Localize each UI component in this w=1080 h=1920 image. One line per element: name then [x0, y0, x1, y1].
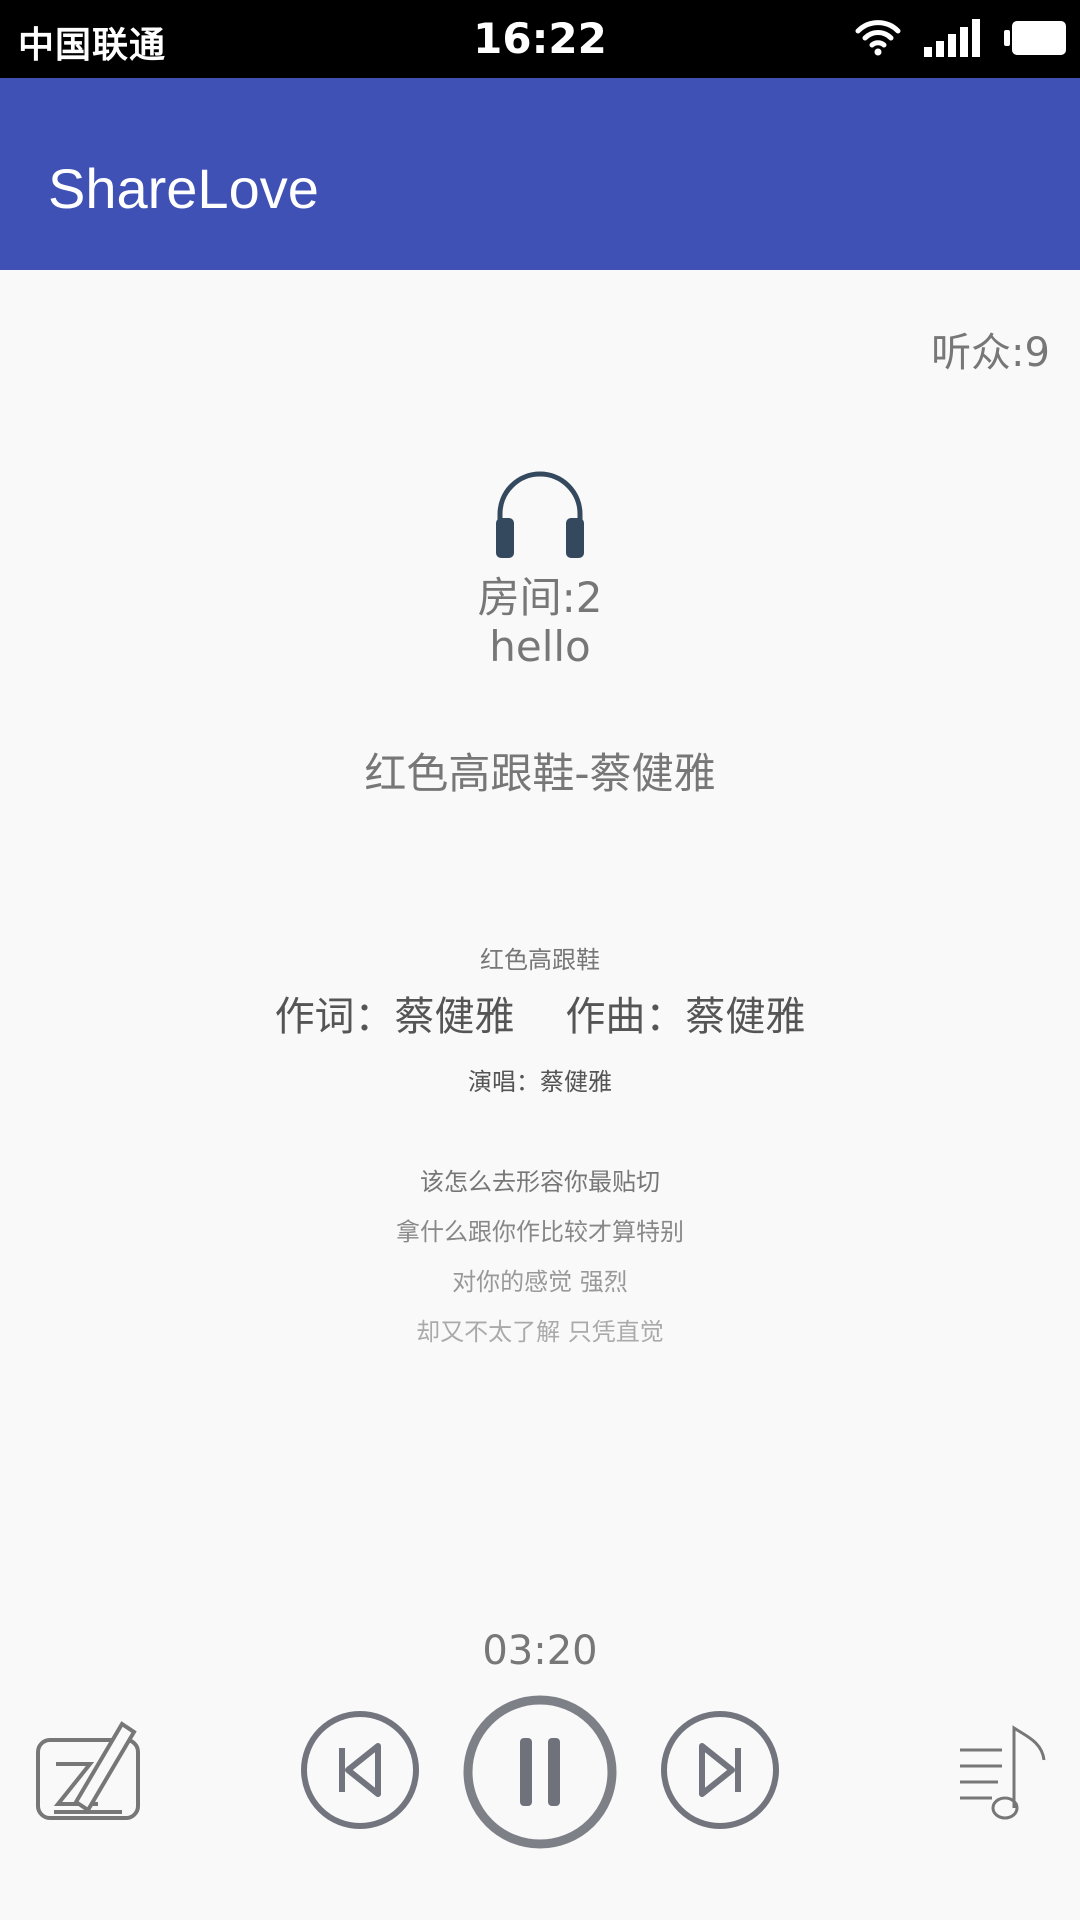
app-bar: ShareLove — [0, 78, 1080, 270]
pause-icon — [463, 1695, 617, 1849]
system-icons — [854, 18, 1066, 58]
listener-count: 听众:9 — [931, 330, 1050, 376]
song-title: 红色高跟鞋-蔡健雅 — [364, 749, 716, 798]
lyric-line: 拿什么跟你作比较才算特别 — [396, 1218, 684, 1246]
edit-icon — [36, 1721, 140, 1820]
lyric-current-line: 作词：蔡健雅 作曲：蔡健雅 — [274, 994, 806, 1040]
pause-button[interactable] — [462, 1694, 618, 1850]
next-icon — [661, 1711, 779, 1829]
previous-icon — [301, 1711, 419, 1829]
room-number: 房间:2 — [477, 573, 603, 622]
lyric-line: 却又不太了解 只凭直觉 — [416, 1318, 664, 1346]
lyric-line: 对你的感觉 强烈 — [452, 1268, 628, 1296]
next-button[interactable] — [660, 1710, 780, 1830]
headphones-icon — [496, 471, 584, 558]
elapsed-time: 03:20 — [482, 1628, 598, 1674]
status-bar: 中国联通 16:22 — [0, 0, 1080, 78]
playlist-icon — [960, 1725, 1046, 1820]
wifi-icon — [855, 20, 901, 56]
room-name: hello — [489, 622, 591, 671]
edit-button[interactable] — [34, 1718, 144, 1822]
signal-icon — [924, 19, 980, 57]
previous-button[interactable] — [300, 1710, 420, 1830]
battery-icon — [1004, 21, 1066, 55]
lyric-header: 红色高跟鞋 — [480, 946, 600, 974]
lyric-line: 该怎么去形容你最贴切 — [420, 1168, 660, 1196]
playlist-button[interactable] — [956, 1722, 1056, 1822]
lyric-performer: 演唱：蔡健雅 — [468, 1068, 612, 1096]
app-title: ShareLove — [48, 157, 319, 220]
